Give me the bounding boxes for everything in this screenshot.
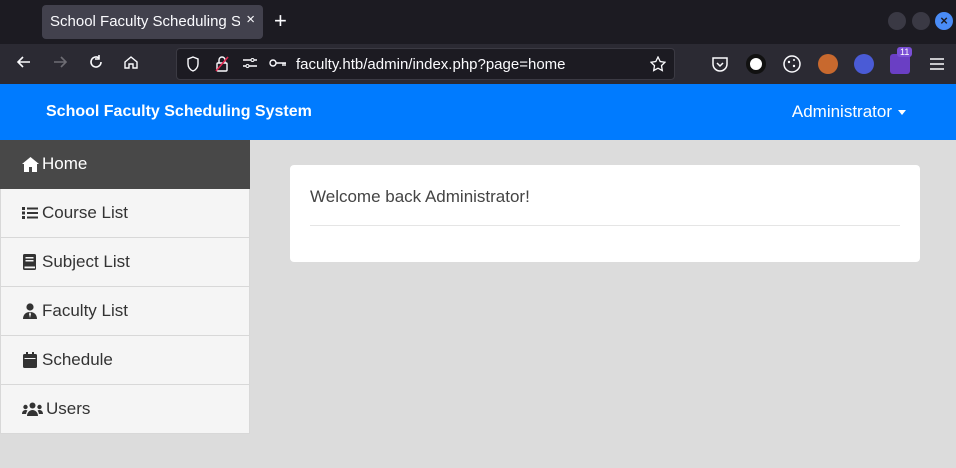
url-bar[interactable]: faculty.htb/admin/index.php?page=home [176,48,675,80]
bookmark-star-icon[interactable] [649,55,667,75]
sidebar-item-label: Home [42,154,88,173]
sidebar-item-label: Schedule [42,350,113,369]
welcome-message: Welcome back Administrator! [310,187,530,206]
extension-circle-icon[interactable] [746,54,766,74]
maximize-button[interactable] [912,12,930,30]
sidebar-item-schedule[interactable]: Schedule [0,336,250,385]
admin-label: Administrator [791,102,892,121]
hamburger-menu-icon[interactable] [926,53,948,75]
sidebar-item-subject-list[interactable]: Subject List [0,238,250,287]
forward-arrow-icon[interactable] [49,53,71,75]
welcome-card: Welcome back Administrator! [290,165,920,262]
user-tie-icon [21,303,39,319]
sidebar-item-faculty-list[interactable]: Faculty List [0,287,250,336]
users-icon [21,402,43,416]
sidebar-item-label: Subject List [42,252,130,271]
book-icon [21,254,39,270]
extension-badge: 11 [897,47,913,57]
browser-navbar: faculty.htb/admin/index.php?page=home 11 [0,44,956,84]
calendar-icon [21,352,39,368]
back-arrow-icon[interactable] [13,53,35,75]
sidebar-item-label: Users [46,399,91,418]
sidebar-item-home[interactable]: Home [0,140,250,189]
lock-insecure-icon[interactable] [215,56,229,75]
browser-tab[interactable]: School Faculty Scheduling Sy × [42,5,263,39]
sidebar: Home Course List Subject List Faculty Li… [0,140,250,434]
sidebar-item-label: Course List [42,203,128,222]
key-icon[interactable] [269,56,287,72]
minimize-button[interactable] [888,12,906,30]
globe-extension-icon[interactable] [854,54,874,74]
permissions-icon[interactable] [242,56,258,73]
window-close-button[interactable]: × [935,12,953,30]
admin-dropdown[interactable]: Administrator [792,102,906,122]
home-icon [21,156,39,172]
divider [310,225,900,226]
sidebar-item-label: Faculty List [42,301,128,320]
sidebar-item-users[interactable]: Users [0,385,250,434]
browser-tabstrip: School Faculty Scheduling Sy × + × [0,0,956,44]
pocket-icon[interactable] [710,54,730,74]
list-icon [21,206,39,220]
cookie-editor-icon[interactable] [818,54,838,74]
shield-icon[interactable] [186,56,200,75]
tab-title: School Faculty Scheduling Sy [50,13,240,30]
caret-down-icon [898,110,906,116]
home-browser-icon[interactable] [120,53,142,75]
hacktools-icon[interactable] [890,54,910,74]
sidebar-item-course-list[interactable]: Course List [0,189,250,238]
app-header: School Faculty Scheduling System Adminis… [0,84,956,140]
tab-close-icon[interactable]: × [246,11,255,28]
new-tab-button[interactable]: + [274,8,287,34]
url-text[interactable]: faculty.htb/admin/index.php?page=home [296,56,566,73]
reload-icon[interactable] [85,53,107,75]
app-title: School Faculty Scheduling System [46,103,312,120]
cookie-icon[interactable] [782,54,802,74]
